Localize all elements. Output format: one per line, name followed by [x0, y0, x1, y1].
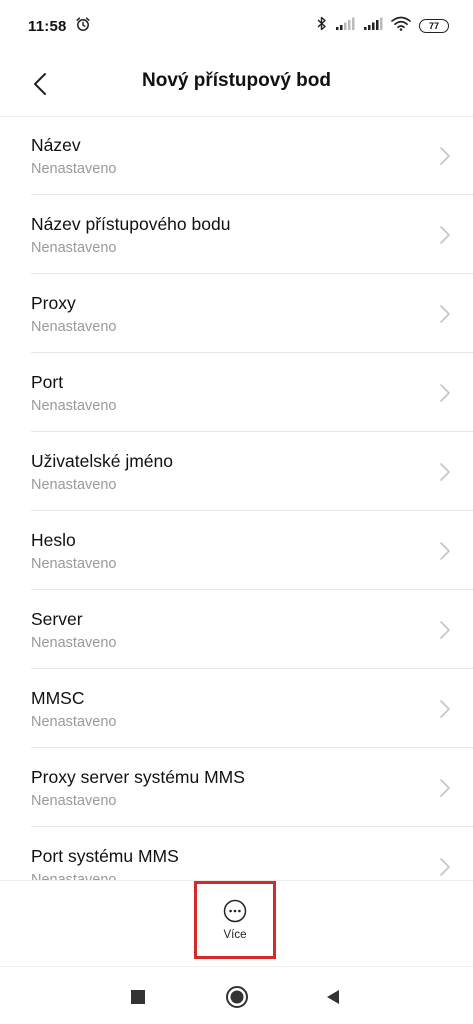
- status-time: 11:58: [28, 17, 67, 35]
- item-value: Nenastaveno: [31, 793, 117, 809]
- square-icon: [131, 990, 145, 1004]
- item-title: Proxy server systému MMS: [31, 767, 245, 787]
- item-value: Nenastaveno: [31, 872, 117, 880]
- item-value: Nenastaveno: [31, 556, 117, 572]
- more-horizontal-icon: [223, 899, 247, 923]
- chevron-right-icon: [440, 779, 450, 797]
- chevron-right-icon: [440, 621, 450, 639]
- header: Nový přístupový bod: [0, 52, 473, 116]
- chevron-right-icon: [440, 463, 450, 481]
- list-item-username[interactable]: Uživatelské jméno Nenastaveno: [0, 432, 473, 511]
- item-title: Port systému MMS: [31, 846, 179, 866]
- list-item-proxy[interactable]: Proxy Nenastaveno: [0, 274, 473, 353]
- item-value: Nenastaveno: [31, 477, 117, 493]
- item-value: Nenastaveno: [31, 161, 117, 177]
- list-item-mms-port[interactable]: Port systému MMS Nenastaveno: [0, 827, 473, 880]
- chevron-right-icon: [440, 147, 450, 165]
- item-title: Port: [31, 372, 64, 392]
- home-button[interactable]: [224, 984, 250, 1010]
- bluetooth-icon: [317, 16, 327, 36]
- chevron-right-icon: [440, 226, 450, 244]
- status-bar: 11:58 77: [0, 0, 473, 52]
- item-value: Nenastaveno: [31, 398, 117, 414]
- item-value: Nenastaveno: [31, 240, 117, 256]
- item-title: MMSC: [31, 688, 85, 708]
- chevron-right-icon: [440, 700, 450, 718]
- item-value: Nenastaveno: [31, 319, 117, 335]
- alarm-icon: [75, 16, 91, 37]
- chevron-right-icon: [440, 858, 450, 876]
- recents-button[interactable]: [125, 984, 151, 1010]
- more-label: Více: [223, 929, 247, 941]
- signal-strength-icon: [335, 17, 355, 36]
- bottom-action-bar: Více: [0, 880, 473, 966]
- item-value: Nenastaveno: [31, 714, 117, 730]
- system-navigation-bar: [0, 966, 473, 1024]
- settings-list: Název Nenastaveno Název přístupového bod…: [0, 116, 473, 880]
- triangle-back-icon: [327, 990, 339, 1004]
- item-title: Heslo: [31, 530, 76, 550]
- list-item-password[interactable]: Heslo Nenastaveno: [0, 511, 473, 590]
- item-title: Název přístupového bodu: [31, 214, 231, 234]
- list-item-server[interactable]: Server Nenastaveno: [0, 590, 473, 669]
- page-title: Nový přístupový bod: [142, 70, 331, 91]
- item-title: Název: [31, 135, 81, 155]
- list-item-nazev[interactable]: Název Nenastaveno: [0, 116, 473, 195]
- list-item-port[interactable]: Port Nenastaveno: [0, 353, 473, 432]
- wifi-icon: [391, 16, 411, 36]
- battery-icon: 77: [419, 19, 449, 33]
- item-title: Uživatelské jméno: [31, 451, 173, 471]
- chevron-right-icon: [440, 305, 450, 323]
- chevron-right-icon: [440, 384, 450, 402]
- more-button[interactable]: Více: [194, 881, 276, 959]
- item-title: Server: [31, 609, 83, 629]
- chevron-right-icon: [440, 542, 450, 560]
- list-item-mms-proxy[interactable]: Proxy server systému MMS Nenastaveno: [0, 748, 473, 827]
- list-item-mmsc[interactable]: MMSC Nenastaveno: [0, 669, 473, 748]
- item-title: Proxy: [31, 293, 76, 313]
- signal-strength-icon: [363, 17, 383, 36]
- circle-icon: [226, 986, 248, 1008]
- status-left: 11:58: [28, 16, 91, 37]
- list-item-apn[interactable]: Název přístupového bodu Nenastaveno: [0, 195, 473, 274]
- status-right: 77: [317, 16, 449, 36]
- item-value: Nenastaveno: [31, 635, 117, 651]
- nav-back-button[interactable]: [320, 984, 346, 1010]
